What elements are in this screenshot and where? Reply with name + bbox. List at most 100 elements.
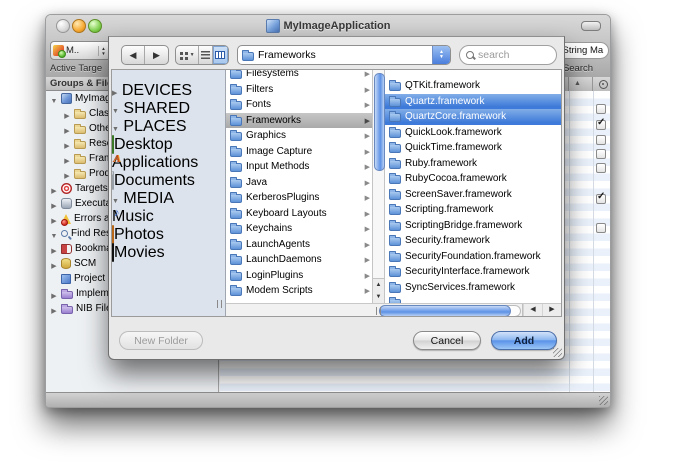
horizontal-scrollbar[interactable]: ◀ ▶ <box>226 303 561 316</box>
disclosure-triangle-icon[interactable] <box>50 181 58 196</box>
framework-row[interactable]: Scripting.framework <box>385 202 561 218</box>
framework-row[interactable]: Quartz.framework <box>385 94 561 110</box>
framework-row[interactable]: ScriptingBridge.framework <box>385 218 561 234</box>
target-membership-checkbox[interactable] <box>596 120 606 130</box>
framework-row[interactable]: QuickLook.framework <box>385 125 561 141</box>
window-resize-grip-icon[interactable] <box>599 396 608 405</box>
toolbar-toggle-button[interactable] <box>581 21 601 31</box>
framework-row[interactable]: ScreenSaver.framework <box>385 187 561 203</box>
framework-row[interactable]: QuartzCore.framework <box>385 109 561 125</box>
folder-row[interactable]: LoginPlugins <box>226 268 372 284</box>
new-folder-button[interactable]: New Folder <box>119 331 203 350</box>
framework-row[interactable]: SecurityFoundation.framework <box>385 249 561 265</box>
disclosure-triangle-icon[interactable] <box>112 100 119 117</box>
folder-row[interactable]: Filters <box>226 82 372 98</box>
active-target-popup[interactable]: M.. ▲▼ <box>50 41 111 60</box>
disclosure-triangle-icon[interactable] <box>50 91 58 106</box>
framework-row[interactable]: RubyCocoa.framework <box>385 171 561 187</box>
folder-row[interactable]: LaunchAgents <box>226 237 372 253</box>
target-membership-checkbox[interactable] <box>596 149 606 159</box>
folder-row[interactable]: Keyboard Layouts <box>226 206 372 222</box>
disclosure-triangle-icon[interactable] <box>112 118 119 135</box>
folder-row[interactable]: KerberosPlugins <box>226 190 372 206</box>
sidebar-item-label: Desktop <box>114 136 173 153</box>
folder-row[interactable]: Input Methods <box>226 159 372 175</box>
disclosure-triangle-icon[interactable] <box>63 136 71 151</box>
folder-row[interactable]: Image Capture <box>226 144 372 160</box>
sidebar-item-icon <box>112 171 114 190</box>
sidebar-item-icon <box>112 225 114 244</box>
sidebar-row[interactable]: SHARED <box>112 100 225 118</box>
sidebar-row[interactable]: Applications <box>112 154 225 172</box>
folder-row[interactable]: Filesystems <box>226 70 372 82</box>
sidebar-resize-handle[interactable] <box>217 300 222 308</box>
tree-item-icon <box>61 274 71 284</box>
sheet-search-field[interactable]: search <box>459 45 557 65</box>
folder-row[interactable]: Java <box>226 175 372 191</box>
disclosure-triangle-icon[interactable] <box>50 196 58 211</box>
folder-row[interactable]: Fonts <box>226 97 372 113</box>
list-view-button[interactable] <box>199 46 213 64</box>
disclosure-triangle-icon[interactable] <box>50 211 58 226</box>
forward-button[interactable]: ▶ <box>145 46 168 64</box>
target-membership-column-icon[interactable] <box>599 80 608 89</box>
sidebar-row[interactable]: DEVICES <box>112 82 225 100</box>
disclosure-triangle-icon[interactable] <box>50 256 58 271</box>
framework-row[interactable]: SyncServices.framework <box>385 280 561 296</box>
folder-row[interactable]: Frameworks <box>226 113 372 129</box>
icon-view-button[interactable]: ▼ <box>176 46 199 64</box>
framework-icon <box>389 237 401 246</box>
warning-column-icon[interactable]: ▲ <box>574 80 581 87</box>
vertical-scrollbar-thumb[interactable] <box>374 73 385 171</box>
sidebar-row[interactable]: Music <box>112 208 225 226</box>
disclosure-triangle-icon[interactable] <box>50 301 58 316</box>
disclosure-triangle-icon[interactable] <box>112 82 117 99</box>
framework-row[interactable]: QTKit.framework <box>385 78 561 94</box>
back-button[interactable]: ◀ <box>122 46 145 64</box>
sidebar-row[interactable]: Documents <box>112 172 225 190</box>
folder-row[interactable]: Keychains <box>226 221 372 237</box>
sidebar-row[interactable]: MEDIA <box>112 190 225 208</box>
framework-row[interactable]: Security.framework <box>385 233 561 249</box>
disclosure-triangle-icon[interactable] <box>50 226 58 241</box>
sidebar-row[interactable]: Movies <box>112 244 225 262</box>
folder-icon <box>230 241 242 250</box>
disclosure-triangle-icon[interactable] <box>63 106 71 121</box>
column-resize-handle[interactable] <box>372 307 385 315</box>
folder-row[interactable]: LaunchDaemons <box>226 252 372 268</box>
target-membership-checkbox[interactable] <box>596 194 606 204</box>
sidebar-row[interactable]: Desktop <box>112 136 225 154</box>
sidebar-row[interactable]: PLACES <box>112 118 225 136</box>
scroll-right-button[interactable]: ▶ <box>542 304 561 316</box>
target-membership-checkbox[interactable] <box>596 104 606 114</box>
folder-row[interactable]: Graphics <box>226 128 372 144</box>
disclosure-triangle-icon[interactable] <box>112 190 119 207</box>
sheet-resize-grip-icon[interactable] <box>553 348 562 357</box>
vertical-scrollbar[interactable]: ▲ ▼ <box>372 70 385 303</box>
add-button[interactable]: Add <box>491 331 557 350</box>
folder-name: Filesystems <box>246 70 361 79</box>
disclosure-triangle-icon[interactable] <box>63 121 71 136</box>
target-membership-checkbox[interactable] <box>596 223 606 233</box>
disclosure-triangle-icon[interactable] <box>50 241 58 256</box>
framework-row[interactable]: QuickTime.framework <box>385 140 561 156</box>
target-membership-checkbox[interactable] <box>596 163 606 173</box>
folder-name: LaunchDaemons <box>246 254 361 265</box>
framework-row[interactable]: Ruby.framework <box>385 156 561 172</box>
sidebar-row[interactable]: Photos <box>112 226 225 244</box>
disclosure-triangle-icon[interactable] <box>63 166 71 181</box>
tree-item-label: Errors a <box>74 213 110 224</box>
scroll-down-button[interactable]: ▼ <box>373 291 384 303</box>
scroll-up-button[interactable]: ▲ <box>373 279 384 291</box>
target-membership-checkbox[interactable] <box>596 135 606 145</box>
framework-row[interactable] <box>385 295 561 303</box>
cancel-button[interactable]: Cancel <box>413 331 481 350</box>
disclosure-triangle-icon[interactable] <box>63 151 71 166</box>
column-view-button[interactable] <box>213 46 228 64</box>
scroll-left-button[interactable]: ◀ <box>523 304 542 316</box>
disclosure-triangle-icon[interactable] <box>50 286 58 301</box>
folder-row[interactable]: Modem Scripts <box>226 283 372 299</box>
horizontal-scrollbar-thumb[interactable] <box>379 305 511 316</box>
framework-row[interactable]: SecurityInterface.framework <box>385 264 561 280</box>
location-popup[interactable]: Frameworks ▲▼ <box>237 45 451 65</box>
